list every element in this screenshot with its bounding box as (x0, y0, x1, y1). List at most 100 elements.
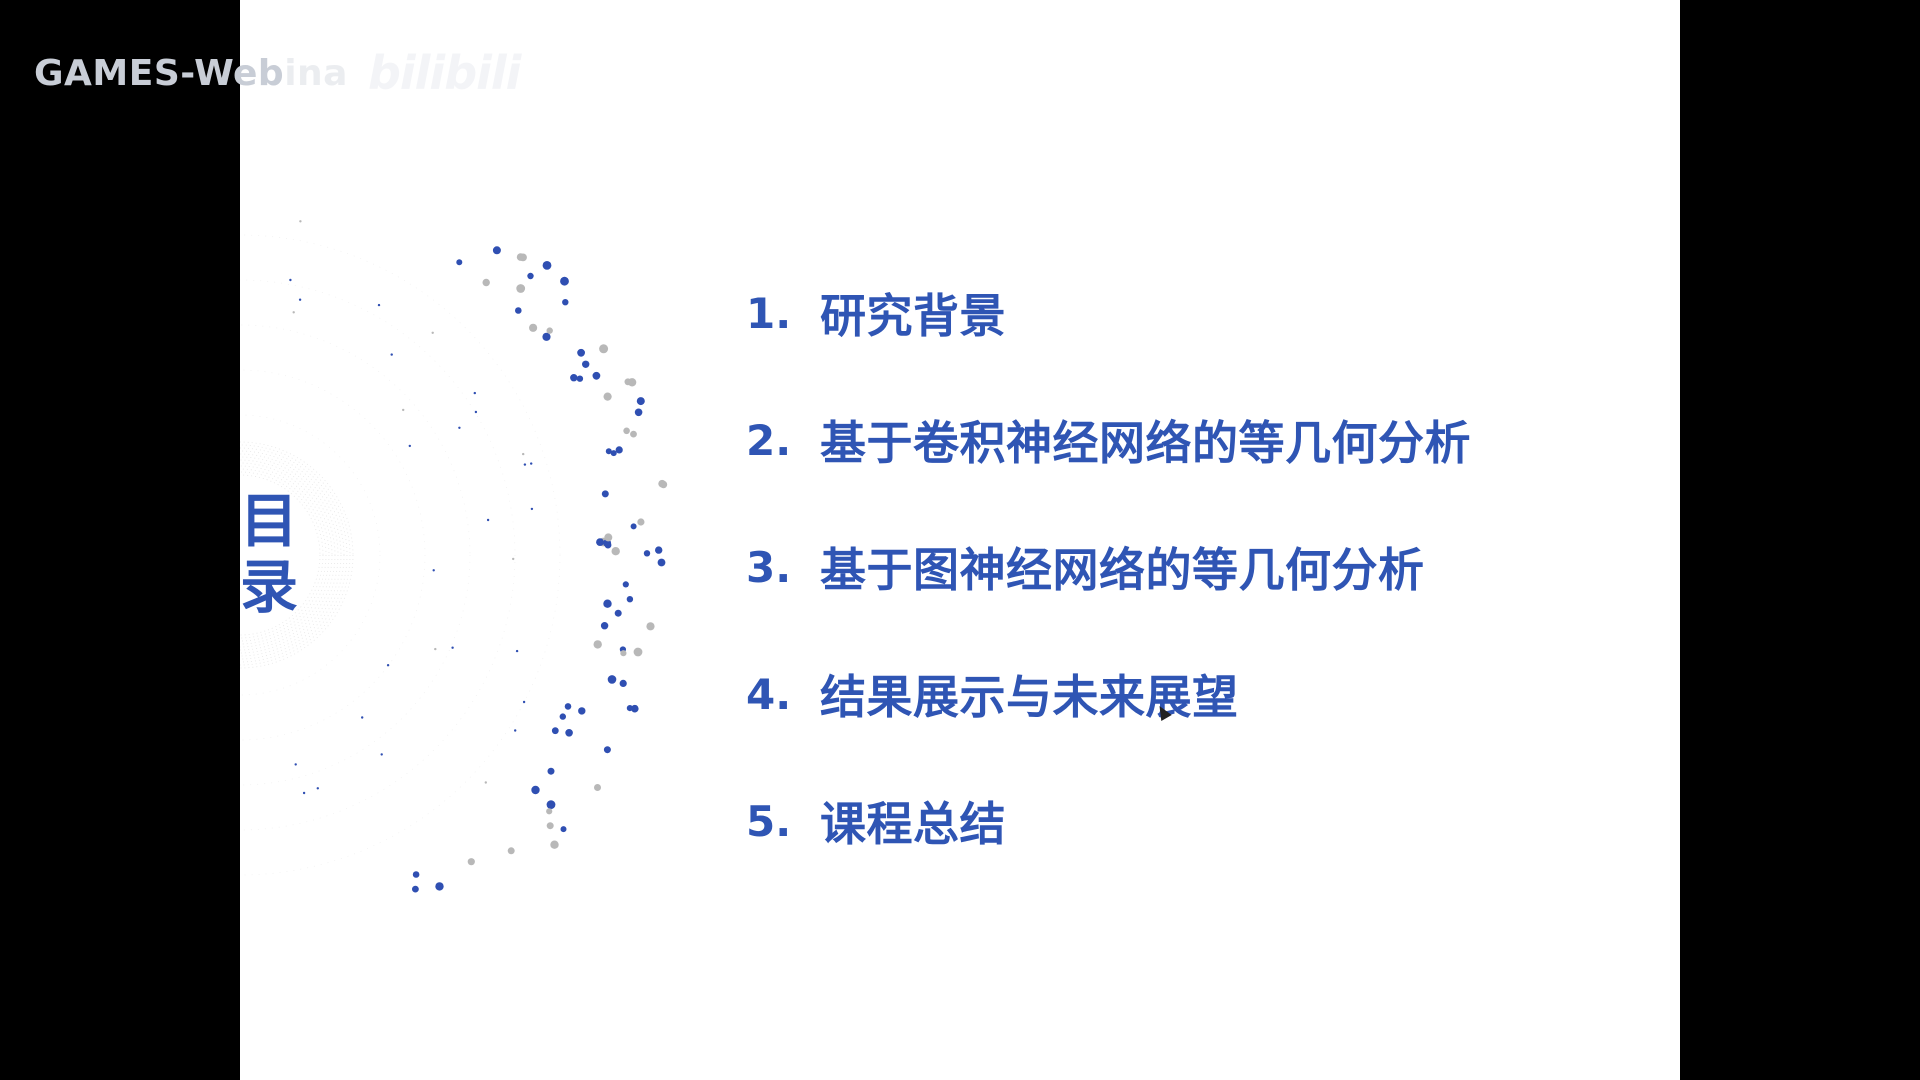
bilibili-logo: bilibili (367, 46, 521, 100)
presentation-slide: 目 录 1. 研究背景 2. 基于卷积神经网络的等几何分析 3. 基于图神经网络… (240, 0, 1680, 1080)
decor-dot (316, 787, 319, 790)
decor-dot (604, 533, 613, 542)
decor-dot (619, 679, 627, 688)
decor-dot (531, 785, 540, 795)
decor-dot (646, 622, 655, 631)
decor-dot (630, 430, 637, 438)
decor-dot (486, 518, 490, 522)
decor-dot (482, 278, 490, 287)
decor-dot (390, 353, 393, 356)
decor-dot (655, 546, 663, 554)
decor-dot (546, 800, 556, 809)
toc-item-text: 课程总结 (820, 797, 1006, 851)
decor-dot (593, 640, 602, 649)
decor-dot (474, 410, 478, 414)
decor-dot (529, 323, 538, 332)
toc-heading: 目 录 (240, 488, 310, 620)
decor-dot (542, 261, 552, 270)
decor-dot (547, 767, 555, 775)
decor-dot (546, 808, 553, 815)
decor-dot (516, 253, 525, 261)
decor-dot (576, 375, 584, 382)
decor-dot (432, 569, 435, 572)
decor-dot (434, 647, 437, 651)
decor-dot (643, 550, 651, 557)
decor-dot (603, 746, 611, 754)
decor-dot (630, 523, 637, 530)
decor-dot (627, 378, 637, 387)
decor-dot (546, 327, 553, 334)
decor-dot (507, 847, 515, 855)
channel-name-faded: ina (284, 52, 348, 94)
toc-item-2: 2. 基于卷积神经网络的等几何分析 (746, 415, 1471, 471)
decor-dot (402, 408, 405, 412)
decor-dot (514, 729, 517, 732)
decor-dot (530, 507, 534, 511)
decor-dot (636, 397, 645, 406)
decor-dot (560, 826, 567, 833)
decor-dot (578, 707, 586, 715)
decor-dot (565, 729, 573, 737)
decor-dot (550, 840, 559, 849)
decor-dot (431, 331, 434, 334)
decor-dot (622, 581, 629, 588)
decor-dot (361, 716, 364, 719)
toc-list: 1. 研究背景 2. 基于卷积神经网络的等几何分析 3. 基于图神经网络的等几何… (746, 288, 1471, 923)
decor-dot (386, 664, 390, 667)
decor-dot (294, 763, 297, 766)
decor-dot (473, 391, 476, 395)
decor-dot (577, 348, 585, 357)
video-frame: GAMES-Web ina bilibili 目 录 1. 研究背景 2. 基于卷… (0, 0, 1920, 1080)
decor-dot (603, 599, 612, 608)
toc-item-4: 4. 结果展示与未来展望 (746, 669, 1471, 725)
toc-item-number: 4. (746, 669, 792, 719)
decor-dot (530, 462, 533, 465)
decor-dot (451, 646, 454, 649)
channel-name: GAMES-Web (34, 52, 285, 94)
decor-dot (527, 272, 534, 280)
decor-dot (380, 753, 383, 756)
decor-dot (412, 885, 419, 893)
decor-dot (657, 558, 666, 567)
toc-item-number: 2. (746, 415, 792, 465)
toc-item-3: 3. 基于图神经网络的等几何分析 (746, 542, 1471, 598)
decor-dot (522, 452, 525, 456)
decor-dot (637, 518, 645, 526)
decor-dot (298, 298, 302, 301)
decor-dot (658, 479, 666, 488)
toc-heading-char-2: 录 (240, 553, 299, 621)
decor-dot (623, 427, 630, 435)
decor-dot (412, 871, 420, 878)
decor-dot (603, 392, 612, 401)
decor-dot (515, 307, 522, 314)
decor-dot (467, 858, 475, 866)
toc-item-text: 基于图神经网络的等几何分析 (820, 543, 1425, 597)
decor-dot (615, 446, 623, 454)
decor-dot (458, 426, 461, 429)
toc-item-text: 研究背景 (820, 289, 1006, 343)
decor-dot (559, 713, 566, 720)
decor-dot (634, 408, 643, 417)
decor-dot (631, 704, 639, 713)
decor-dot (522, 700, 526, 704)
toc-item-1: 1. 研究背景 (746, 288, 1471, 344)
decor-dot (289, 278, 292, 282)
decor-dot (594, 784, 601, 791)
decor-dot (614, 609, 622, 617)
decor-dot (542, 332, 551, 341)
decor-dot (299, 220, 302, 223)
toc-item-number: 3. (746, 542, 792, 592)
decor-dot (523, 463, 527, 466)
decor-dot (592, 371, 601, 380)
decor-dot (562, 299, 569, 306)
decor-dot (377, 303, 381, 307)
decor-dot (611, 547, 620, 556)
decor-dot (600, 622, 609, 630)
toc-item-text: 结果展示与未来展望 (820, 670, 1239, 724)
scattered-dots (289, 220, 668, 893)
decor-dot (607, 675, 617, 684)
decor-dot (564, 703, 572, 710)
decor-dot (456, 259, 463, 266)
decor-dot (515, 649, 519, 653)
decor-dot (601, 490, 609, 498)
